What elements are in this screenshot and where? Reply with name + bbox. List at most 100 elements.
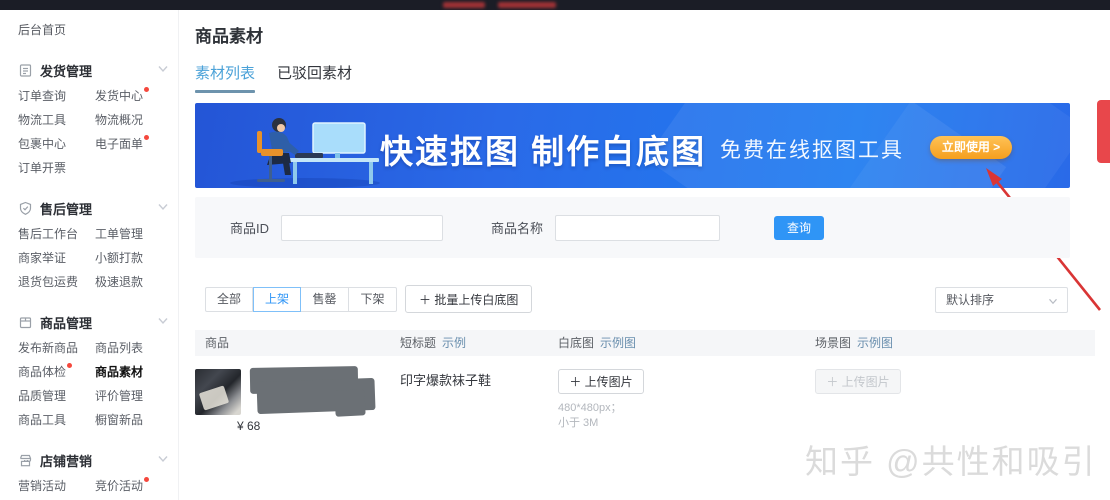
- chevron-down-icon: [1049, 298, 1057, 305]
- sidebar-item[interactable]: 评价管理: [95, 384, 172, 408]
- example-link[interactable]: 示例: [442, 336, 466, 350]
- person-at-desk-illustration: [230, 118, 380, 188]
- redaction-block: [334, 389, 366, 417]
- sidebar-item[interactable]: 小额打款: [95, 246, 172, 270]
- example-image-link[interactable]: 示例图: [600, 336, 636, 350]
- sidebar-item[interactable]: 品质管理: [18, 384, 95, 408]
- seller-admin-screen: 后台首页 发货管理 订单查询 发货中心 物流工具 物流概况 包裹中心 电子面单 订单开…: [0, 0, 1110, 500]
- col-header-scene: 场景图 示例图: [815, 330, 1095, 356]
- sidebar-item[interactable]: 物流概况: [95, 108, 172, 132]
- use-now-button[interactable]: 立即使用 >: [930, 136, 1012, 159]
- status-filter-group: 全部 上架 售罄 下架: [205, 287, 397, 312]
- banner-subline: 免费在线抠图工具: [720, 139, 904, 162]
- notification-dot: [67, 363, 73, 368]
- product-name-label: 商品名称: [491, 221, 544, 236]
- sidebar-item[interactable]: 订单查询: [18, 84, 95, 108]
- sidebar-item-label: 发货中心: [95, 89, 144, 103]
- notification-dot: [144, 87, 150, 92]
- sidebar-section-marketing: 店铺营销 营销活动竞价活动 品质竞价营销工具: [18, 446, 178, 500]
- batch-upload-button[interactable]: ＋ 批量上传白底图: [405, 285, 533, 313]
- col-header-label: 商品: [205, 336, 230, 350]
- sidebar-item[interactable]: 订单开票: [18, 156, 95, 180]
- sidebar-item-product-materials-active[interactable]: 商品素材: [95, 360, 172, 384]
- sidebar-item[interactable]: 商品体检: [18, 360, 95, 384]
- sidebar-section-aftersales: 售后管理 售后工作台 工单管理 商家举证 小额打款 退货包运费 极速退款: [18, 194, 178, 294]
- col-header-label: 场景图: [815, 336, 852, 350]
- tab-rejected-materials[interactable]: 已驳回素材: [277, 62, 352, 93]
- promo-banner[interactable]: 快速抠图 制作白底图 免费在线抠图工具 立即使用 >: [195, 103, 1070, 188]
- sidebar-section-header[interactable]: 商品管理: [18, 308, 168, 336]
- sidebar-section-shipping: 发货管理 订单查询 发货中心 物流工具 物流概况 包裹中心 电子面单 订单开票: [18, 56, 178, 180]
- sidebar-section-title: 商品管理: [40, 315, 93, 331]
- sidebar-item[interactable]: 竞价活动: [95, 474, 172, 498]
- sidebar-item[interactable]: 工单管理: [95, 222, 172, 246]
- sidebar-section-title: 店铺营销: [40, 453, 93, 469]
- short-title-text: 印字爆款袜子鞋: [400, 373, 492, 388]
- short-title-cell: 印字爆款袜子鞋: [400, 364, 558, 464]
- top-window-bar: [0, 0, 1110, 10]
- sidebar-item-label: 商品体检: [18, 365, 67, 379]
- shop-icon: [19, 454, 32, 466]
- chevron-down-icon[interactable]: [158, 317, 168, 325]
- banner-headline: 快速抠图 制作白底图: [380, 133, 707, 170]
- upload-hint-filesize: 小于 3M: [558, 417, 599, 429]
- sidebar-item[interactable]: 电子面单: [95, 132, 172, 156]
- sidebar-item[interactable]: 极速退款: [95, 270, 172, 294]
- chevron-down-icon[interactable]: [158, 203, 168, 211]
- sidebar-item[interactable]: 退货包运费: [18, 270, 95, 294]
- col-header-label: 白底图: [558, 336, 595, 350]
- sort-selected-value: 默认排序: [946, 293, 995, 307]
- page-title: 商品素材: [195, 27, 263, 46]
- sidebar-item-home[interactable]: 后台首页: [18, 18, 178, 42]
- sidebar-item[interactable]: 商家举证: [18, 246, 95, 270]
- product-thumbnail[interactable]: [195, 369, 241, 415]
- red-edge-tag[interactable]: [1097, 100, 1110, 163]
- tab-material-list[interactable]: 素材列表: [195, 62, 256, 93]
- sidebar-section-header[interactable]: 店铺营销: [18, 446, 168, 474]
- col-header-white-bg: 白底图 示例图: [558, 330, 815, 356]
- filter-row: 全部 上架 售罄 下架 ＋ 批量上传白底图 默认排序: [205, 285, 1095, 313]
- sidebar-item[interactable]: 橱窗新品: [95, 408, 172, 432]
- clipboard-icon: [19, 63, 32, 77]
- filter-all[interactable]: 全部: [205, 287, 253, 312]
- sidebar-section-title: 售后管理: [40, 201, 93, 217]
- sidebar-item[interactable]: 物流工具: [18, 108, 95, 132]
- product-id-input[interactable]: [281, 214, 444, 241]
- chevron-down-icon[interactable]: [158, 65, 168, 73]
- sidebar-item[interactable]: 发货中心: [95, 84, 172, 108]
- filter-sold-out[interactable]: 售罄: [301, 287, 349, 312]
- col-header-label: 短标题: [400, 336, 437, 350]
- upload-scene-button-disabled[interactable]: ＋ 上传图片: [815, 369, 901, 394]
- clipped-red-text: [443, 2, 485, 8]
- clipped-red-text: [498, 2, 556, 8]
- sidebar-section-header[interactable]: 售后管理: [18, 194, 168, 222]
- filter-off-shelf[interactable]: 下架: [349, 287, 397, 312]
- product-name-input[interactable]: [555, 214, 721, 241]
- filter-on-sale-active[interactable]: 上架: [253, 287, 301, 312]
- sidebar-item[interactable]: 商品工具: [18, 408, 95, 432]
- sidebar-nav: 后台首页 发货管理 订单查询 发货中心 物流工具 物流概况 包裹中心 电子面单 订单开…: [0, 10, 179, 500]
- sidebar-item[interactable]: 包裹中心: [18, 132, 95, 156]
- sidebar-item-label: 电子面单: [95, 137, 144, 151]
- example-image-link[interactable]: 示例图: [857, 336, 893, 350]
- chevron-down-icon[interactable]: [158, 455, 168, 463]
- notification-dot: [144, 135, 150, 140]
- product-id-label: 商品ID: [230, 221, 270, 236]
- sort-dropdown[interactable]: 默认排序: [935, 287, 1068, 313]
- box-icon: [19, 316, 32, 328]
- sidebar-item-label: 竞价活动: [95, 479, 144, 493]
- upload-white-bg-button[interactable]: ＋ 上传图片: [558, 369, 644, 394]
- zhihu-watermark: 知乎 @共性和吸引: [805, 443, 1097, 480]
- sidebar-item[interactable]: 发布新商品: [18, 336, 95, 360]
- sidebar-item[interactable]: 营销活动: [18, 474, 95, 498]
- search-panel: 商品ID 商品名称 查询: [195, 197, 1070, 258]
- product-cell: ¥ 68: [195, 364, 400, 464]
- upload-hint: 480*480px； 小于 3M: [558, 401, 815, 431]
- sidebar-section-header[interactable]: 发货管理: [18, 56, 168, 84]
- sidebar-section-title: 发货管理: [40, 63, 93, 79]
- sidebar-item[interactable]: 商品列表: [95, 336, 172, 360]
- tab-bar: 素材列表 已驳回素材: [195, 62, 374, 93]
- sidebar-item[interactable]: 售后工作台: [18, 222, 95, 246]
- notification-dot: [144, 477, 150, 482]
- query-button[interactable]: 查询: [774, 215, 825, 240]
